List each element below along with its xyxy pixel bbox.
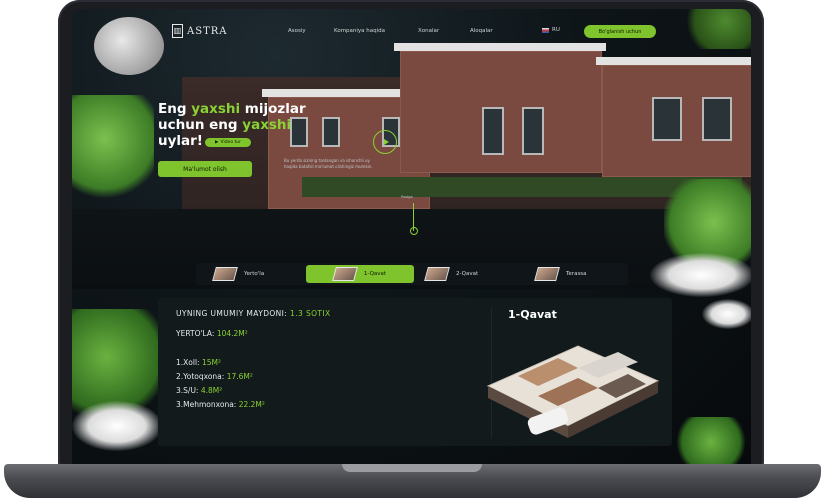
logo-text: ASTRA: [187, 25, 228, 37]
astra-logo[interactable]: ▥ ASTRA: [172, 23, 228, 39]
floorplan-icon: [424, 267, 450, 281]
hero-description: Bu yerda sizning tanlangan va ishonchli …: [284, 158, 373, 169]
window: [652, 97, 682, 141]
scroll-label: Pastga: [401, 195, 413, 199]
language-label: RU: [552, 27, 560, 33]
room-row: 2.Yotoqxona: 17.6M²: [176, 372, 253, 381]
nav-item-asosiy[interactable]: Asosiy: [288, 28, 306, 34]
tab-2-qavat[interactable]: 2-Qavat: [424, 265, 516, 283]
house-roof: [596, 57, 751, 65]
tab-1-qavat[interactable]: 1-Qavat: [306, 265, 414, 283]
play-icon: [383, 139, 389, 145]
nav-item-aloqalar[interactable]: Aloqalar: [470, 28, 493, 34]
more-info-button[interactable]: Ma'lumot olish: [158, 161, 252, 177]
floorplan-icon: [534, 267, 560, 281]
play-icon: ▶: [215, 140, 219, 145]
website-screen: ▥ ASTRA Asosiy Kompaniya haqida Xonalar …: [72, 9, 751, 464]
room-row: 1.Xoll: 15M²: [176, 358, 221, 367]
tab-terassa[interactable]: Terassa: [534, 265, 626, 283]
cloud-image: [72, 401, 162, 451]
floor-tabs: Yerto'la 1-Qavat 2-Qavat Terassa: [196, 263, 628, 285]
tab-label: Terassa: [566, 271, 587, 277]
tree-image: [72, 95, 154, 205]
laptop-notch: [342, 464, 482, 472]
basement-area: YERTO'LA: 104.2M²: [176, 329, 248, 338]
video-tour-badge[interactable]: ▶ Video tur: [205, 138, 251, 147]
house-info-card: UYNING UMUMIY MAYDONI: 1.3 SOTIX YERTO'L…: [158, 298, 672, 446]
tab-yertola[interactable]: Yerto'la: [212, 265, 304, 283]
total-area: UYNING UMUMIY MAYDONI: 1.3 SOTIX: [176, 309, 331, 318]
contact-button[interactable]: Bo'glanish uchun: [584, 25, 656, 38]
cloud-image: [702, 299, 751, 329]
flag-icon: [542, 27, 549, 33]
cloud-image: [650, 253, 751, 297]
video-tour-label: Video tur: [220, 140, 241, 145]
floor-title: 1-Qavat: [508, 308, 557, 321]
room-row: 3.S/U: 4.8M²: [176, 386, 223, 395]
logo-icon: ▥: [172, 24, 183, 38]
top-navigation: ▥ ASTRA Asosiy Kompaniya haqida Xonalar …: [72, 19, 751, 43]
floorplan-icon: [212, 267, 238, 281]
nav-item-kompaniya-haqida[interactable]: Kompaniya haqida: [334, 28, 385, 34]
room-row: 3.Mehmonxona: 22.2M²: [176, 400, 265, 409]
play-video-button[interactable]: [373, 130, 397, 154]
tab-label: Yerto'la: [244, 271, 265, 277]
floorplan-icon: [332, 267, 358, 281]
language-selector[interactable]: RU: [542, 27, 560, 33]
tab-label: 1-Qavat: [363, 271, 387, 277]
scroll-indicator[interactable]: Pastga: [401, 195, 421, 235]
window: [522, 107, 544, 155]
scroll-dot-icon: [410, 227, 418, 235]
tab-label: 2-Qavat: [456, 271, 479, 277]
tree-image: [670, 417, 751, 464]
window: [482, 107, 504, 155]
floorplan-image: [486, 345, 660, 438]
nav-item-xonalar[interactable]: Xonalar: [418, 28, 439, 34]
house-roof: [394, 43, 606, 51]
window: [702, 97, 732, 141]
